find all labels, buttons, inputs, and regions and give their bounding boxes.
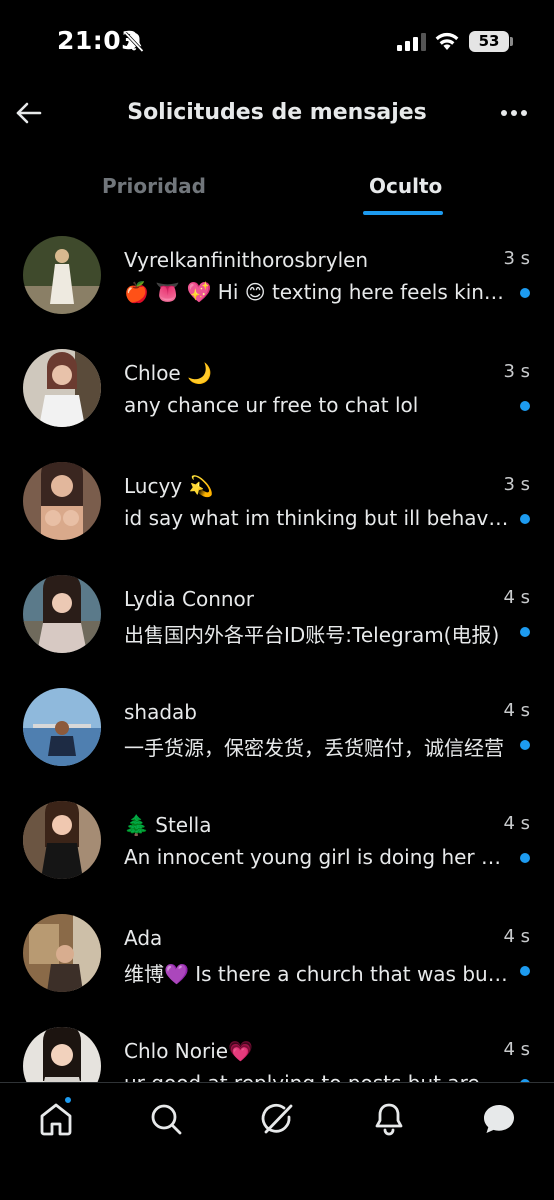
conversation-time: 4 s [503, 587, 530, 608]
unread-indicator [520, 288, 530, 298]
wifi-icon [435, 32, 459, 50]
avatar[interactable] [23, 462, 101, 540]
conversation-name: Ada [124, 926, 163, 950]
conversation-name: Lucyy 💫 [124, 474, 214, 498]
unread-indicator [520, 740, 530, 750]
conversation-preview: ur good at replying to posts but are you… [124, 1071, 512, 1082]
conversation-name: Lydia Connor [124, 587, 255, 611]
message-request-list: Vyrelkanfinithorosbrylen 3 s 🍎 👅 💖 Hi 😊 … [0, 224, 554, 1082]
conversation-preview: 出售国内外各平台ID账号:Telegram(电报) [124, 623, 500, 647]
unread-indicator [520, 514, 530, 524]
avatar[interactable] [23, 236, 101, 314]
conversation-time: 3 s [503, 474, 530, 495]
home-notification-dot [63, 1095, 73, 1105]
tab-priority[interactable]: Prioridad [102, 174, 206, 198]
conversation-preview: any chance ur free to chat lol [124, 393, 419, 417]
conversation-name: 🌲 Stella [124, 813, 212, 837]
unread-indicator [520, 966, 530, 976]
unread-indicator [520, 627, 530, 637]
unread-indicator [520, 401, 530, 411]
conversation-time: 4 s [503, 700, 530, 721]
conversation-preview: id say what im thinking but ill behave f… [124, 506, 512, 530]
list-item[interactable]: shadab 4 s 一手货源，保密发货，丢货赔付，诚信经营 [0, 682, 554, 794]
conversation-time: 3 s [503, 248, 530, 269]
conversation-preview: 🍎 👅 💖 Hi 😊 texting here feels kind of fu… [124, 280, 512, 304]
list-item[interactable]: Ada 4 s 维博💜 Is there a church that was b… [0, 908, 554, 1020]
avatar[interactable] [23, 801, 101, 879]
conversation-name: Chlo Norie💗 [124, 1039, 253, 1063]
messages-icon[interactable] [479, 1099, 519, 1139]
avatar[interactable] [23, 914, 101, 992]
conversation-time: 4 s [503, 813, 530, 834]
battery-nub [510, 37, 513, 46]
bell-slash-icon [124, 31, 144, 53]
unread-indicator [520, 853, 530, 863]
avatar[interactable] [23, 575, 101, 653]
grok-icon[interactable] [258, 1099, 298, 1139]
conversation-preview: An innocent young girl is doing her firs… [124, 845, 512, 869]
conversation-time: 3 s [503, 361, 530, 382]
bell-icon[interactable] [369, 1099, 409, 1139]
more-dots-icon[interactable] [496, 98, 532, 128]
cellular-signal-icon [397, 33, 426, 51]
status-bar: 21:03 53 [0, 0, 554, 84]
conversation-time: 4 s [503, 1039, 530, 1060]
page-title: Solicitudes de mensajes [127, 100, 427, 125]
list-item[interactable]: 🌲 Stella 4 s An innocent young girl is d… [0, 795, 554, 907]
battery-icon: 53 [469, 31, 509, 52]
home-icon[interactable] [36, 1099, 76, 1139]
conversation-preview: 维博💜 Is there a church that was built nea… [124, 962, 512, 986]
conversation-time: 4 s [503, 926, 530, 947]
bottom-nav [0, 1083, 554, 1200]
search-icon[interactable] [146, 1099, 186, 1139]
avatar[interactable] [23, 349, 101, 427]
conversation-name: shadab [124, 700, 197, 724]
list-item[interactable]: Chloe 🌙 3 s any chance ur free to chat l… [0, 343, 554, 455]
active-tab-indicator [363, 211, 443, 215]
avatar[interactable] [23, 1027, 101, 1082]
header: Solicitudes de mensajes [0, 84, 554, 144]
list-item[interactable]: Lydia Connor 4 s 出售国内外各平台ID账号:Telegram(电… [0, 569, 554, 681]
avatar[interactable] [23, 688, 101, 766]
tab-hidden[interactable]: Oculto [369, 174, 442, 198]
conversation-preview: 一手货源，保密发货，丢货赔付，诚信经营 [124, 736, 504, 760]
list-item[interactable]: Chlo Norie💗 4 s ur good at replying to p… [0, 1021, 554, 1082]
list-item[interactable]: Lucyy 💫 3 s id say what im thinking but … [0, 456, 554, 568]
list-item[interactable]: Vyrelkanfinithorosbrylen 3 s 🍎 👅 💖 Hi 😊 … [0, 230, 554, 342]
tab-bar: Prioridad Oculto [0, 160, 554, 218]
conversation-name: Vyrelkanfinithorosbrylen [124, 248, 369, 272]
conversation-name: Chloe 🌙 [124, 361, 212, 385]
